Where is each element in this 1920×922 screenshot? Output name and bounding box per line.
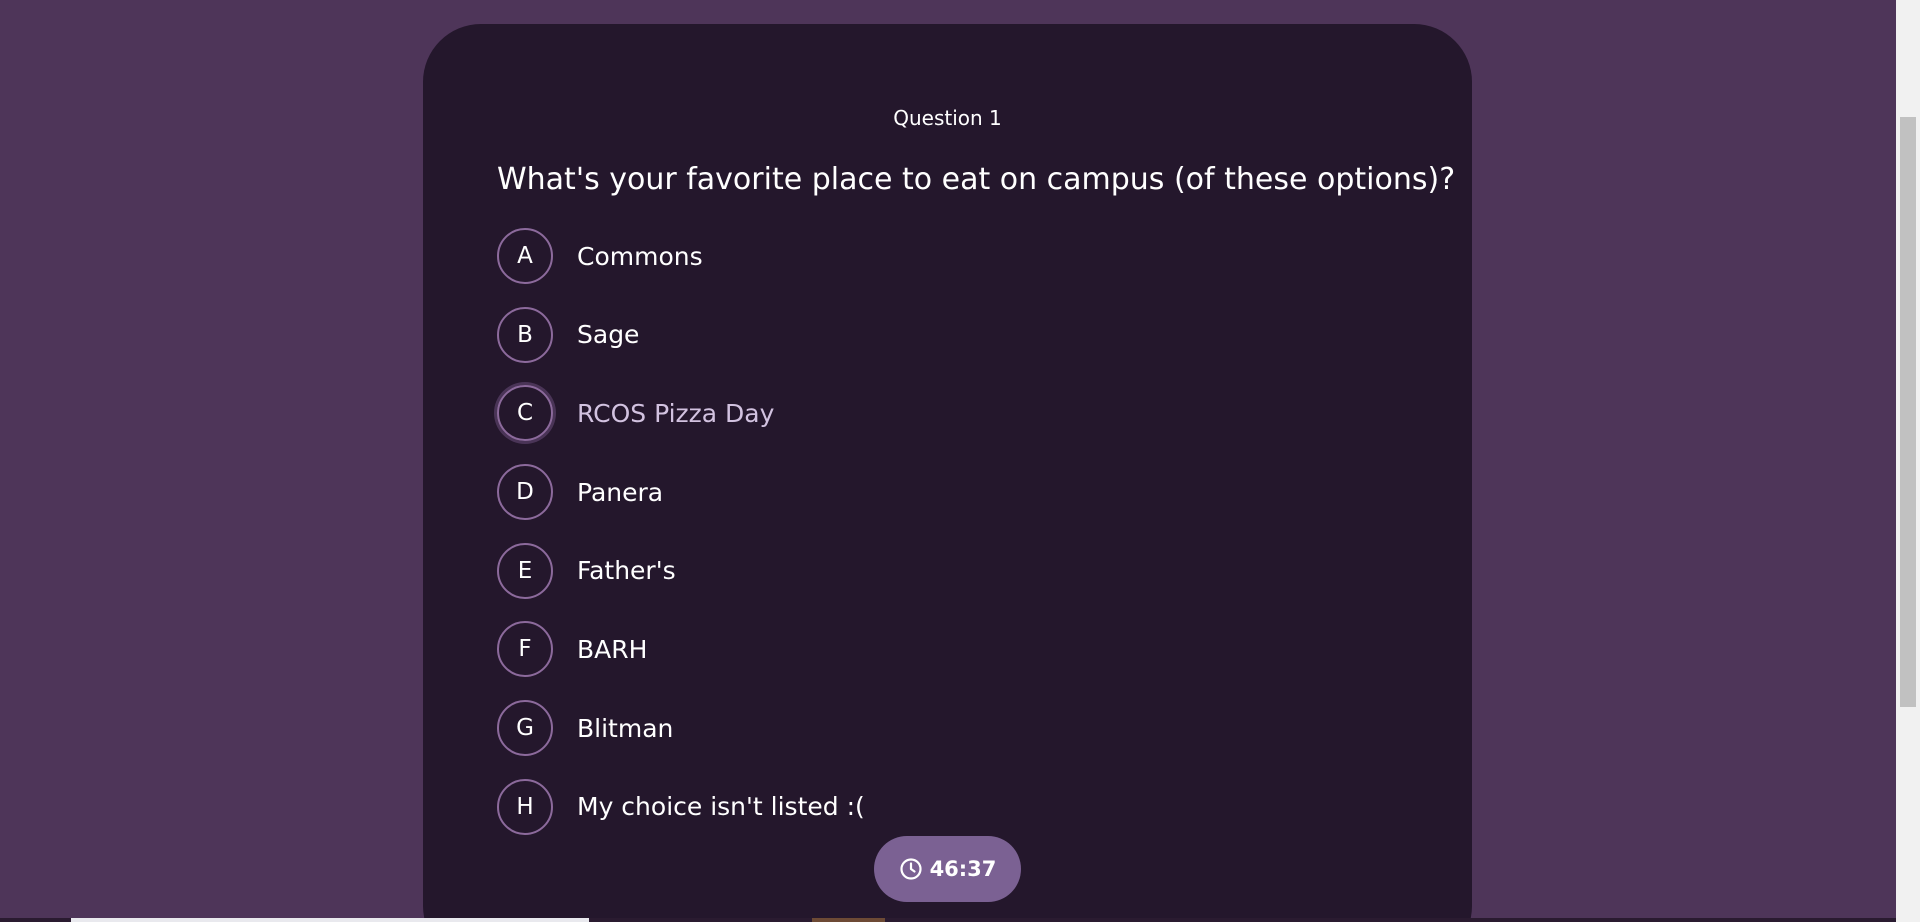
option-label: Panera [577,477,664,507]
quiz-card: Question 1 What's your favorite place to… [423,24,1472,922]
option-letter-badge: E [497,542,553,599]
options-list: A Commons B Sage C RCOS Pizza Day D Pane… [497,228,865,858]
page: Question 1 What's your favorite place to… [0,0,1920,922]
bottom-strip-segment [71,918,589,922]
scrollbar-thumb[interactable] [1900,117,1916,707]
option-letter-badge: G [497,700,553,757]
clock-icon [899,858,922,880]
option-letter-badge: A [497,228,553,284]
bottom-strip-segment [812,918,885,922]
option-g[interactable]: G Blitman [497,700,865,757]
option-label: Commons [577,241,703,271]
question-number: Question 1 [893,106,1002,130]
option-label: Sage [577,320,640,350]
question-text: What's your favorite place to eat on cam… [497,162,1456,197]
option-a[interactable]: A Commons [497,228,865,284]
bottom-strip [0,918,1896,922]
option-letter-badge: H [497,778,553,835]
option-d[interactable]: D Panera [497,464,865,521]
option-letter-badge: C [497,385,553,442]
option-e[interactable]: E Father's [497,542,865,599]
option-h[interactable]: H My choice isn't listed :( [497,778,865,835]
option-c[interactable]: C RCOS Pizza Day [497,385,865,442]
option-letter-badge: F [497,621,553,678]
option-b[interactable]: B Sage [497,306,865,363]
option-letter-badge: D [497,464,553,521]
option-label: BARH [577,634,648,664]
option-label: Blitman [577,713,674,743]
option-label: My choice isn't listed :( [577,792,865,822]
option-letter-badge: B [497,306,553,363]
timer-value: 46:37 [929,857,997,881]
option-label: RCOS Pizza Day [577,398,775,428]
scrollbar[interactable] [1896,0,1920,922]
timer: 46:37 [874,836,1021,902]
option-label: Father's [577,556,676,586]
option-f[interactable]: F BARH [497,621,865,678]
